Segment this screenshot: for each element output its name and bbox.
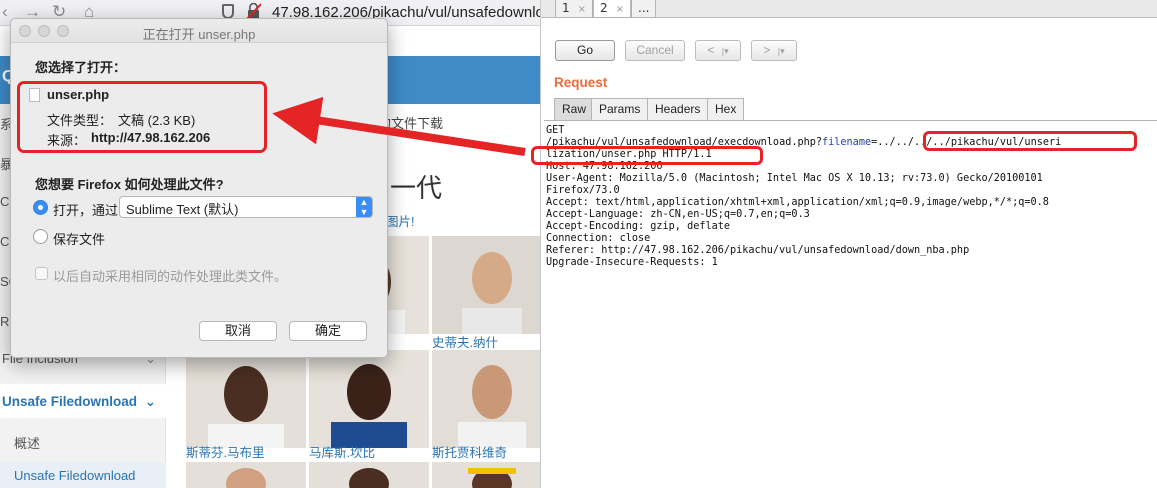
player-photo[interactable] xyxy=(186,462,306,488)
player-caption[interactable]: 斯蒂芬.马布里 xyxy=(186,442,264,461)
browser-window: ‹ → ↻ ⌂ 47.98.162.206/pikachu/vul/unsafe… xyxy=(0,0,540,488)
player-photo[interactable] xyxy=(432,462,540,488)
open-with-radio[interactable] xyxy=(33,200,48,215)
annotation-box xyxy=(531,146,763,165)
player-photo[interactable] xyxy=(309,462,429,488)
dialog-titlebar: 正在打开 unser.php xyxy=(11,19,387,43)
request-heading: Request xyxy=(554,75,608,90)
player-photo[interactable] xyxy=(432,236,540,334)
player-caption[interactable]: 史蒂夫.纳什 xyxy=(432,332,498,351)
sidebar-item-label: Unsafe Filedownload xyxy=(2,394,138,409)
history-forward-button[interactable]: > |▾ xyxy=(751,40,797,61)
updown-arrows-icon: ▲ ▼ xyxy=(356,197,372,217)
file-source-value: http://47.98.162.206 xyxy=(91,130,211,145)
application-select-value: Sublime Text (默认) xyxy=(126,202,239,217)
auto-action-label: 以后自动采用相同的动作处理此类文件。 xyxy=(53,269,288,284)
ok-button[interactable]: 确定 xyxy=(289,321,367,341)
auto-action-checkbox[interactable] xyxy=(35,267,48,280)
tab-label: 1 xyxy=(562,1,570,15)
content-hint: 图片! xyxy=(386,215,415,229)
content-title: 一代 xyxy=(390,173,443,203)
file-name: unser.php xyxy=(47,87,110,102)
burp-repeater-panel: 1 × 2 × ... Go Cancel < |▾ > |▾ Request Ra… xyxy=(540,0,1157,488)
tab-hex[interactable]: Hex xyxy=(707,98,745,120)
cancel-request-button[interactable]: Cancel xyxy=(625,40,685,61)
player-photo[interactable] xyxy=(432,350,540,448)
player-photo[interactable] xyxy=(309,350,429,448)
back-icon[interactable]: ‹ xyxy=(2,2,8,22)
sidebar-subitem-unsafe-filedownload[interactable]: Unsafe Filedownload xyxy=(0,462,166,488)
tab-params[interactable]: Params xyxy=(591,98,649,120)
dialog-chosen-label: 您选择了打开： xyxy=(35,60,127,75)
chevron-down-icon: ⌄ xyxy=(144,394,156,409)
forward-label: > xyxy=(763,43,771,57)
repeater-tab-new[interactable]: ... xyxy=(631,0,657,18)
annotation-box xyxy=(923,131,1137,151)
request-header: Firefox/73.0 xyxy=(546,185,620,196)
dialog-question: 您想要 Firefox 如何处理此文件? xyxy=(35,177,224,192)
repeater-tab-2[interactable]: 2 × xyxy=(593,0,632,18)
sidebar-subitem-overview[interactable]: 概述 xyxy=(14,433,40,452)
go-button[interactable]: Go xyxy=(555,40,615,61)
player-photo[interactable] xyxy=(186,350,306,448)
request-editor[interactable]: GET /pikachu/vul/unsafedownload/execdown… xyxy=(544,120,1157,488)
back-label: < xyxy=(707,43,715,57)
save-file-label[interactable]: 保存文件 xyxy=(53,229,105,248)
close-icon[interactable]: × xyxy=(616,4,624,15)
dropdown-icon: |▾ xyxy=(721,46,729,56)
close-icon[interactable]: × xyxy=(578,4,586,15)
player-caption[interactable]: 马库斯.坎比 xyxy=(309,442,375,461)
save-file-radio[interactable] xyxy=(33,229,48,244)
request-method: GET xyxy=(546,125,565,136)
shield-icon[interactable] xyxy=(222,4,234,19)
document-icon xyxy=(29,88,40,102)
open-with-label[interactable]: 打开，通过 xyxy=(53,200,118,219)
request-header: Accept: text/html,application/xhtml+xml,… xyxy=(546,197,1049,208)
file-type-label: 文件类型： xyxy=(47,113,113,128)
tab-headers[interactable]: Headers xyxy=(647,98,709,120)
dropdown-icon: |▾ xyxy=(777,46,785,56)
application-select[interactable]: Sublime Text (默认) ▲ ▼ xyxy=(119,196,373,218)
tab-label: 2 xyxy=(600,1,608,15)
history-back-button[interactable]: < |▾ xyxy=(695,40,741,61)
request-param-name: filename xyxy=(822,137,872,148)
sidebar-item-unsafe-filedownload[interactable]: Unsafe Filedownload ⌄ xyxy=(0,384,166,418)
request-header: User-Agent: Mozilla/5.0 (Macintosh; Inte… xyxy=(546,173,1043,184)
request-header: Accept-Language: zh-CN,en-US;q=0.7,en;q=… xyxy=(546,209,810,220)
repeater-tab-bar: 1 × 2 × ... xyxy=(541,0,1157,18)
player-caption[interactable]: 斯托贾科维奇 xyxy=(432,442,507,461)
request-header: Referer: http://47.98.162.206/pikachu/vu… xyxy=(546,245,970,256)
request-header: Upgrade-Insecure-Requests: 1 xyxy=(546,257,718,268)
request-header: Accept-Encoding: gzip, deflate xyxy=(546,221,731,232)
tab-raw[interactable]: Raw xyxy=(554,98,595,120)
cancel-button[interactable]: 取消 xyxy=(199,321,277,341)
request-header: Connection: close xyxy=(546,233,651,244)
open-file-dialog: 正在打开 unser.php 您选择了打开： unser.php 文件类型： 文… xyxy=(10,18,388,358)
dialog-title: 正在打开 unser.php xyxy=(142,27,256,42)
file-type-value: 文稿 (2.3 KB) xyxy=(118,113,196,128)
tab-label: ... xyxy=(638,1,650,15)
file-source-label: 来源： xyxy=(47,133,87,148)
repeater-tab-1[interactable]: 1 × xyxy=(555,0,594,18)
